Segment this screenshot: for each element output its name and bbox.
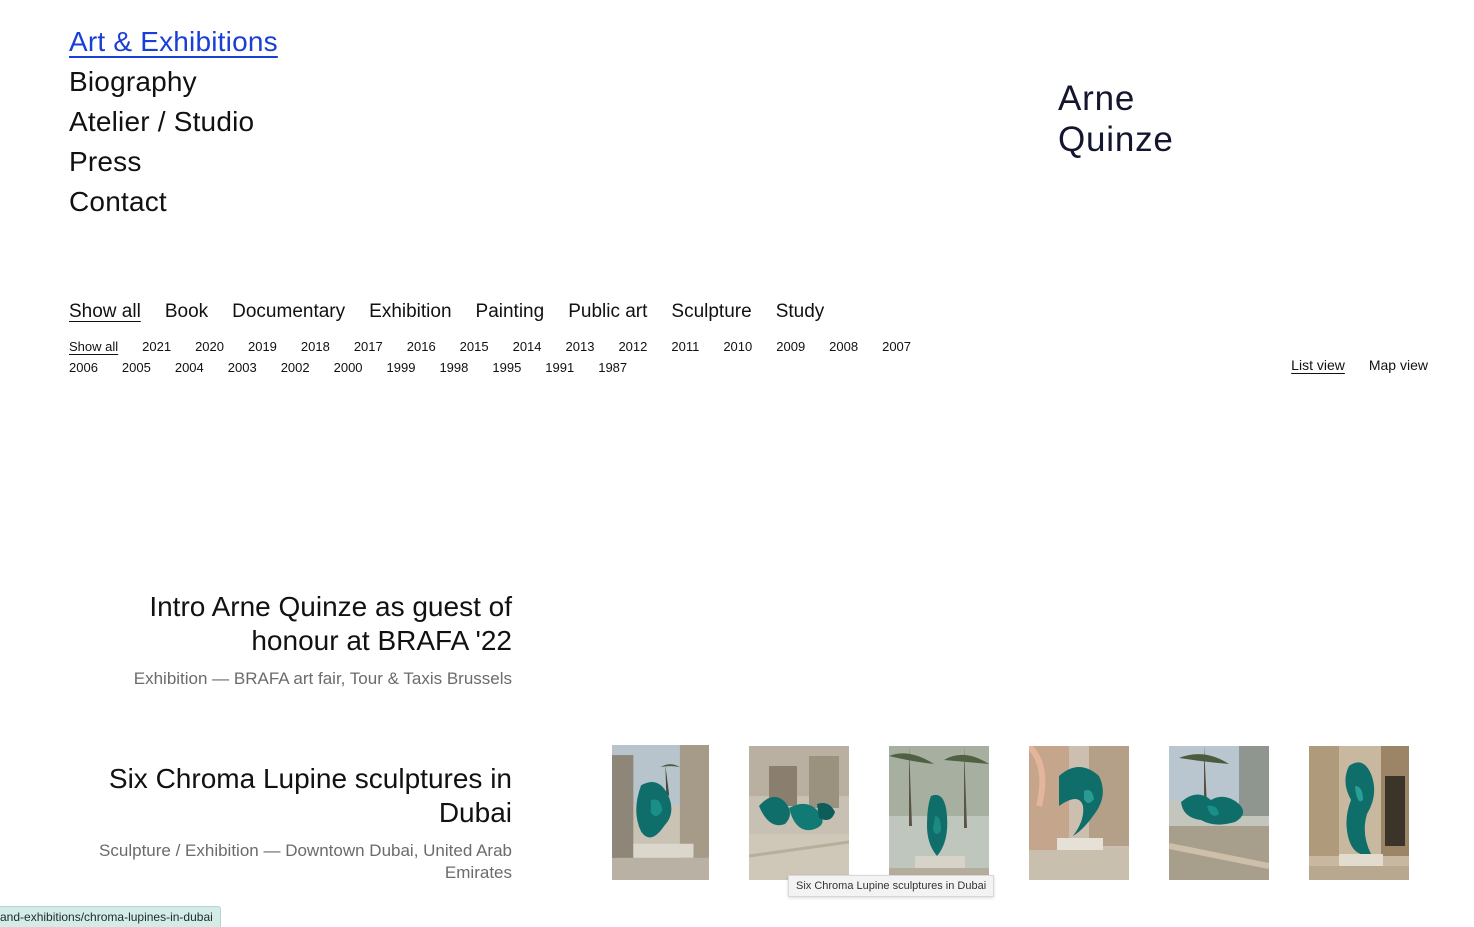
- nav-biography[interactable]: Biography: [69, 62, 278, 102]
- category-sculpture[interactable]: Sculpture: [671, 300, 751, 324]
- year-item[interactable]: 2000: [334, 357, 363, 378]
- year-item[interactable]: 2011: [671, 336, 699, 357]
- logo[interactable]: Arne Quinze: [1058, 78, 1174, 160]
- year-item[interactable]: 2008: [829, 336, 858, 357]
- main-nav: Art & Exhibitions Biography Atelier / St…: [69, 22, 278, 222]
- thumbnail-image[interactable]: [612, 745, 709, 880]
- tooltip: Six Chroma Lupine sculptures in Dubai: [788, 875, 995, 897]
- nav-atelier-studio[interactable]: Atelier / Studio: [69, 102, 278, 142]
- year-item[interactable]: 2012: [618, 336, 647, 357]
- year-item[interactable]: 1987: [598, 357, 627, 378]
- category-painting[interactable]: Painting: [476, 300, 545, 324]
- thumbnail-image[interactable]: [889, 746, 989, 880]
- year-item[interactable]: 2016: [407, 336, 436, 357]
- category-public-art[interactable]: Public art: [568, 300, 647, 324]
- year-item[interactable]: 2018: [301, 336, 330, 357]
- year-filter: Show all 2021 2020 2019 2018 2017 2016 2…: [69, 336, 949, 378]
- nav-art-exhibitions[interactable]: Art & Exhibitions: [69, 22, 278, 62]
- map-view-button[interactable]: Map view: [1369, 355, 1428, 375]
- year-item[interactable]: 2017: [354, 336, 383, 357]
- year-item[interactable]: 1991: [545, 357, 574, 378]
- category-book[interactable]: Book: [165, 300, 208, 324]
- logo-line-2: Quinze: [1058, 120, 1174, 159]
- category-documentary[interactable]: Documentary: [232, 300, 345, 324]
- page: Art & Exhibitions Biography Atelier / St…: [0, 0, 1474, 927]
- thumbnail-image[interactable]: [1029, 746, 1129, 880]
- list-view-button[interactable]: List view: [1291, 355, 1345, 375]
- nav-press[interactable]: Press: [69, 142, 278, 182]
- entry-title[interactable]: Intro Arne Quinze as guest of honour at …: [72, 590, 512, 658]
- entry-title[interactable]: Six Chroma Lupine sculptures in Dubai: [72, 762, 512, 830]
- thumbnail-strip: [612, 745, 1412, 881]
- category-show-all[interactable]: Show all: [69, 300, 141, 324]
- year-item[interactable]: 2009: [776, 336, 805, 357]
- thumbnail-image[interactable]: [1169, 746, 1269, 880]
- entry-chroma-lupine: Six Chroma Lupine sculptures in Dubai Sc…: [72, 762, 512, 884]
- year-item[interactable]: 2021: [142, 336, 171, 357]
- thumbnail-image[interactable]: [749, 746, 849, 880]
- entry-subtitle: Exhibition — BRAFA art fair, Tour & Taxi…: [133, 669, 512, 688]
- year-item[interactable]: 2013: [566, 336, 595, 357]
- year-item[interactable]: 2002: [281, 357, 310, 378]
- year-item[interactable]: 2015: [460, 336, 489, 357]
- thumbnail-image[interactable]: [1309, 746, 1409, 880]
- year-item[interactable]: 2006: [69, 357, 98, 378]
- category-filter: Show all Book Documentary Exhibition Pai…: [69, 300, 824, 324]
- entry-subtitle: Sculpture / Exhibition — Downtown Dubai,…: [99, 841, 512, 882]
- link-status-bar: and-exhibitions/chroma-lupines-in-dubai: [0, 906, 221, 927]
- category-study[interactable]: Study: [776, 300, 825, 324]
- year-item[interactable]: 2007: [882, 336, 911, 357]
- view-toggle: List view Map view: [1291, 355, 1428, 375]
- year-item[interactable]: 2004: [175, 357, 204, 378]
- entry-brafa: Intro Arne Quinze as guest of honour at …: [72, 590, 512, 690]
- nav-contact[interactable]: Contact: [69, 182, 278, 222]
- year-item[interactable]: 2019: [248, 336, 277, 357]
- year-item[interactable]: 2005: [122, 357, 151, 378]
- logo-line-1: Arne: [1058, 79, 1136, 118]
- year-item[interactable]: 1999: [387, 357, 416, 378]
- year-item[interactable]: 1998: [439, 357, 468, 378]
- year-item[interactable]: 2014: [513, 336, 542, 357]
- category-exhibition[interactable]: Exhibition: [369, 300, 451, 324]
- year-show-all[interactable]: Show all: [69, 336, 118, 357]
- year-item[interactable]: 1995: [492, 357, 521, 378]
- year-item[interactable]: 2003: [228, 357, 257, 378]
- year-item[interactable]: 2010: [723, 336, 752, 357]
- year-item[interactable]: 2020: [195, 336, 224, 357]
